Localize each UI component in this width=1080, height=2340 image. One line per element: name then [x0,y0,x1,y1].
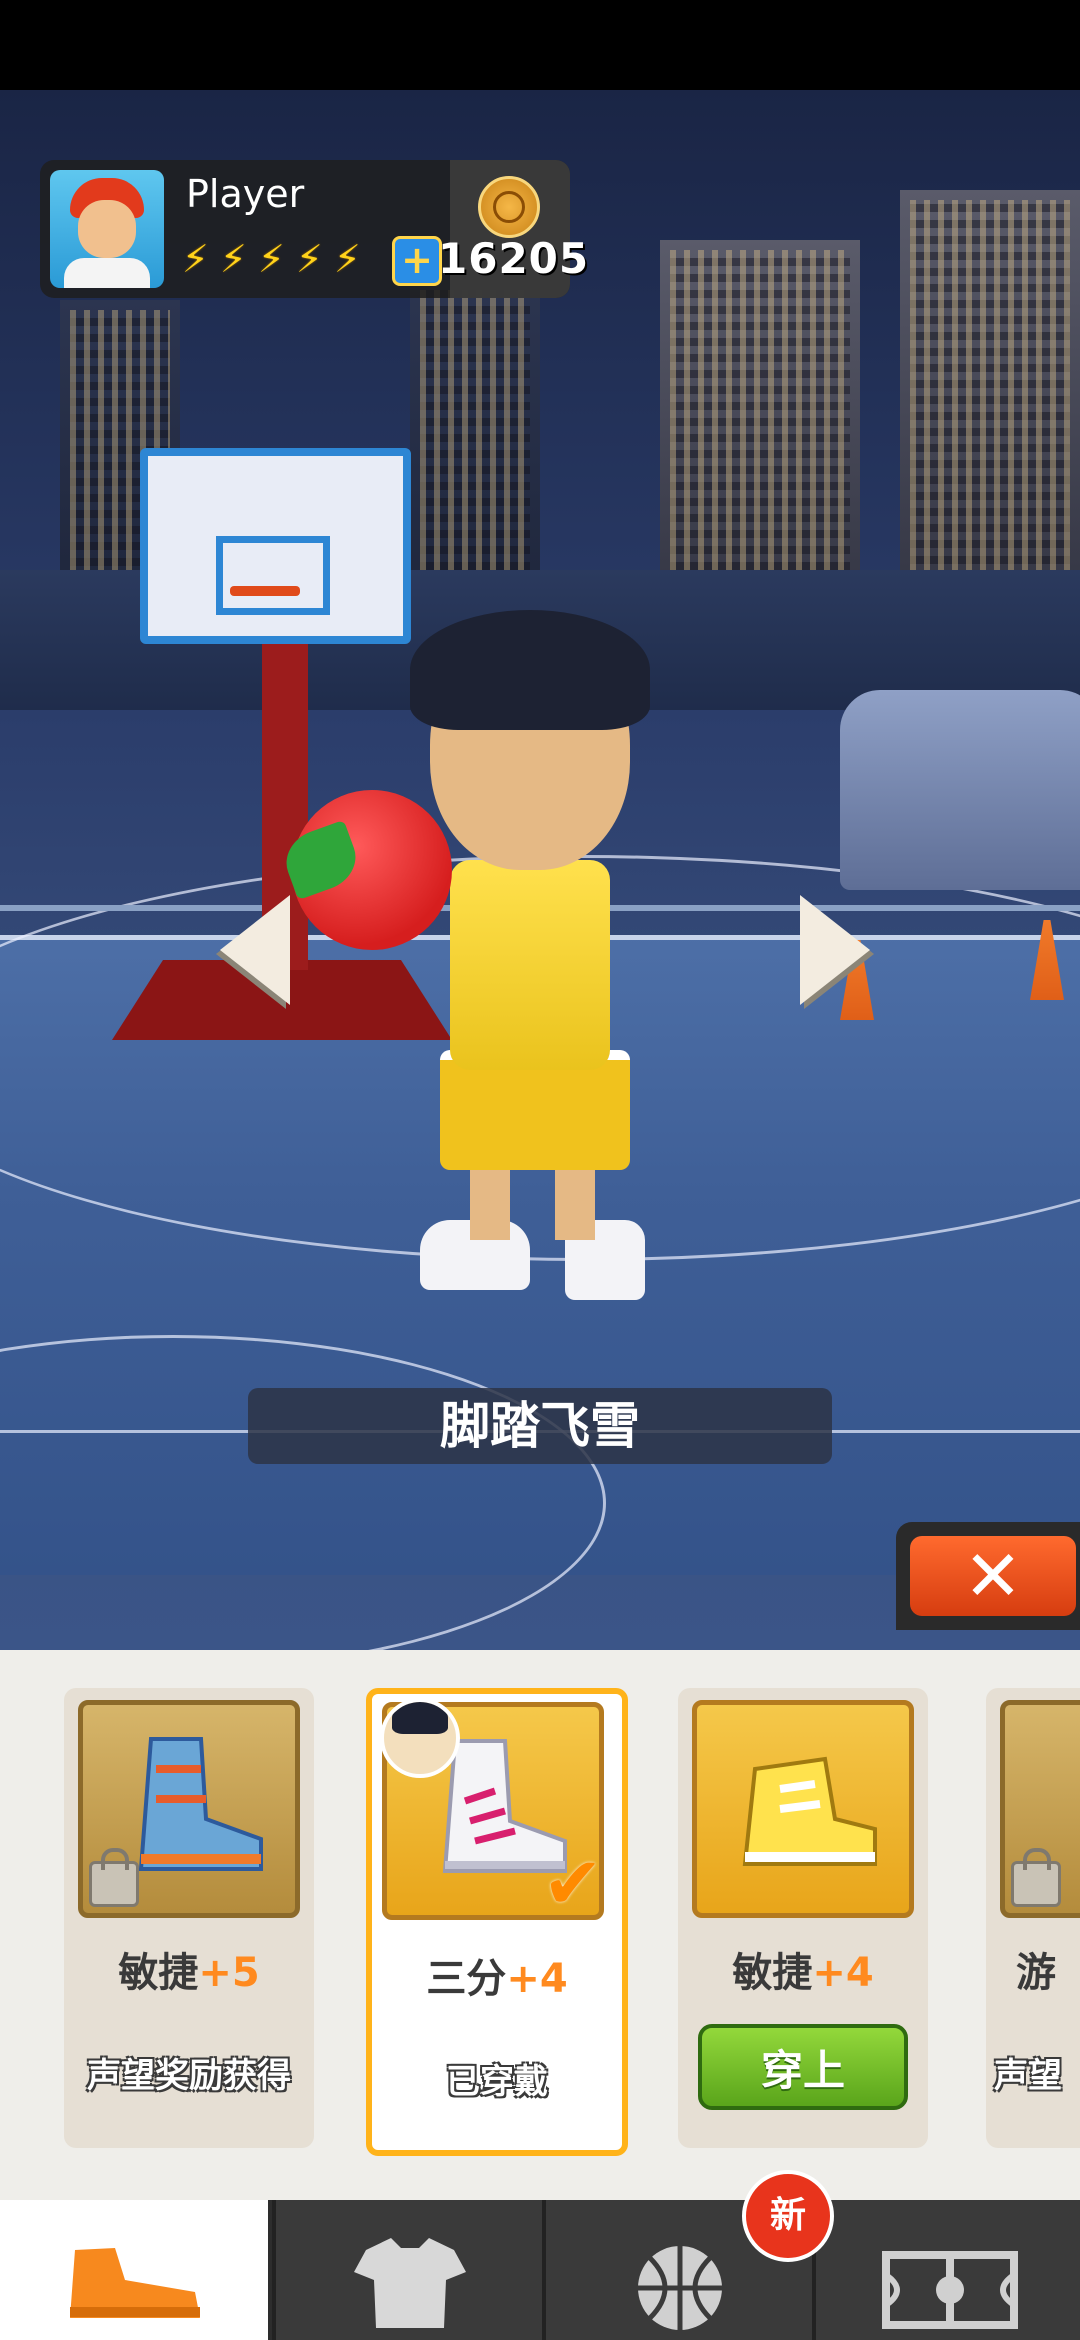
lightning-icon: ⚡ [296,237,323,281]
backboard [140,448,411,644]
hoop-rim [230,586,300,596]
status-bar [0,0,1080,90]
category-tab-bar [0,2200,1080,2340]
close-button[interactable]: ✕ [896,1522,1080,1630]
shoe-tile [1000,1700,1080,1918]
close-icon: ✕ [910,1536,1076,1616]
shirt-icon [354,2238,466,2328]
new-badge: 新 [742,2170,834,2262]
shoe-tile [78,1700,300,1918]
shoe-tile [692,1700,914,1918]
wearer-avatar [380,1698,460,1778]
shoe-stat: 游 [1016,1950,1056,1996]
coin-icon [478,176,540,238]
shoe-image [742,1756,877,1866]
parked-car [840,690,1080,890]
lightning-icon: ⚡ [258,237,285,281]
shoe-status: 声望奖励获得 [87,2056,291,2096]
player-avatar[interactable] [50,170,164,288]
previous-arrow-icon[interactable] [220,895,290,1005]
check-icon: ✔ [542,1841,603,1925]
player-name: Player [186,172,305,216]
tab-courts[interactable] [812,2200,1080,2340]
shoe-stat: 敏捷+4 [732,1950,874,1996]
tab-shoes[interactable] [0,2200,268,2340]
add-coins-button[interactable]: + [392,236,442,286]
wear-button[interactable]: 穿上 [698,2024,908,2110]
court-icon [882,2251,1018,2329]
shoe-card-selected[interactable]: ✔ 三分+4 已穿戴 [366,1688,628,2156]
shoe-status: 声望 [994,2056,1062,2096]
lightning-icon: ⚡ [334,237,361,281]
tab-clothes[interactable] [272,2200,544,2340]
lock-icon [89,1848,139,1907]
shoe-icon [70,2248,200,2318]
item-name: 脚踏飞雪 [248,1388,832,1464]
shoe-card[interactable]: 敏捷+4 穿上 [678,1688,928,2148]
lightning-icon: ⚡ [220,237,247,281]
player-character [400,610,700,1310]
energy-bar: ⚡ ⚡ ⚡ ⚡ ⚡ [182,238,370,280]
coin-count: 16205 [438,234,590,283]
shoe-card[interactable]: 游 声望 [986,1688,1080,2148]
shoe-status: 已穿戴 [446,2062,548,2102]
shoe-stat: 敏捷+5 [118,1950,260,1996]
next-arrow-icon[interactable] [800,895,870,1005]
tomato-basketball [292,790,452,950]
shoe-card[interactable]: 敏捷+5 声望奖励获得 [64,1688,314,2148]
shoe-stat: 三分+4 [426,1956,568,2002]
player-info-card[interactable]: Player ⚡ ⚡ ⚡ ⚡ ⚡ + 16205 [40,160,588,298]
lock-icon [1011,1848,1061,1907]
lightning-icon: ⚡ [182,237,209,281]
